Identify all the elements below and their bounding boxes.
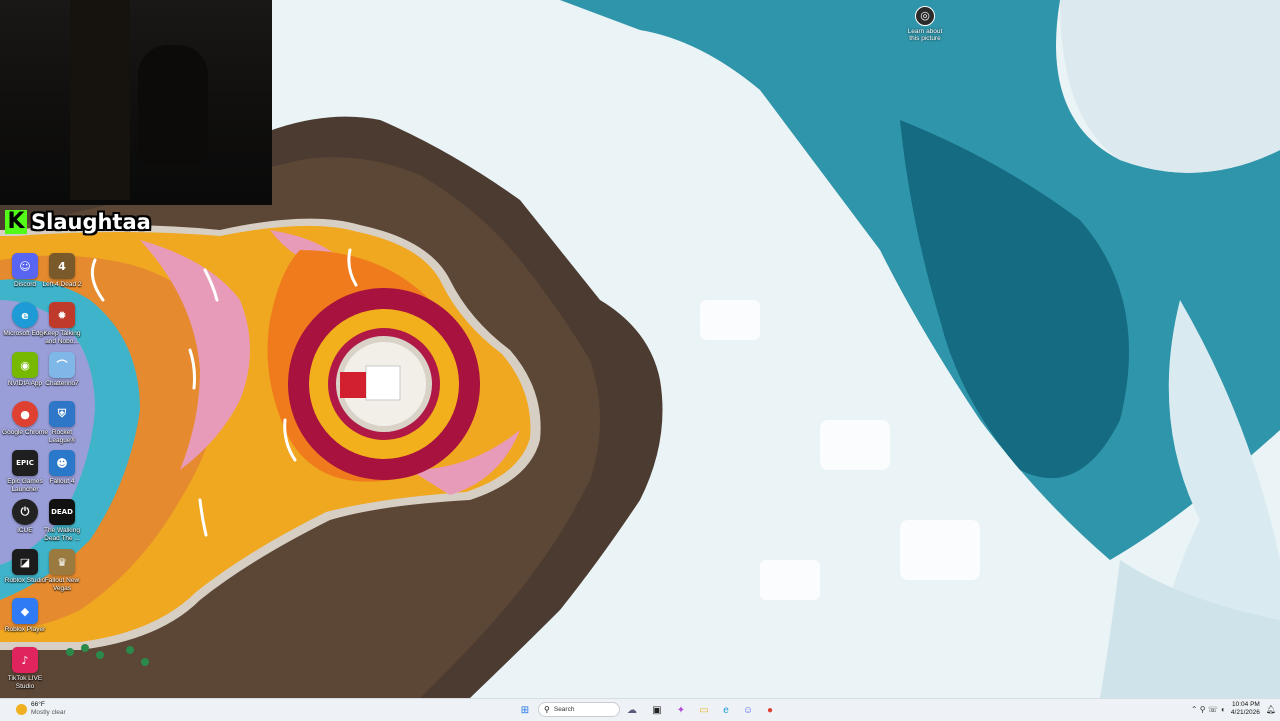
walkingdead-icon: DEAD xyxy=(49,499,75,525)
desktop-icon-fallout4[interactable]: ☻ Fallout 4 xyxy=(39,450,85,486)
weather-condition: Mostly clear xyxy=(31,709,66,716)
system-tray: ⌃ ⚲ ☏ ◖ 10:04 PM 4/21/2026 🔔︎ xyxy=(1191,701,1276,717)
clock-date: 4/21/2026 xyxy=(1230,709,1260,716)
left4dead2-icon: 4 xyxy=(49,253,75,279)
desktop-icon-tiktoklive[interactable]: ♪ TikTok LIVE Studio xyxy=(2,647,48,690)
webcam-door xyxy=(70,0,130,200)
desktop-icon-chatterino[interactable]: ⌒ Chatterino7 xyxy=(39,352,85,388)
search-placeholder: Search xyxy=(553,706,575,713)
file-explorer-button[interactable]: ▭ xyxy=(696,702,712,718)
desktop-icon-label: Chatterino7 xyxy=(45,380,79,387)
taskbar-search[interactable]: ⚲ Search xyxy=(538,702,620,717)
desktop-icon-keeptalking[interactable]: ✹ Keep Talking and Nobo... xyxy=(39,302,85,345)
desktop-icon-label: The Walking Dead The ... xyxy=(44,527,80,542)
chrome-taskbar-button[interactable]: ● xyxy=(762,702,778,718)
roblox-studio-icon: ◪ xyxy=(12,549,38,575)
notification-bell-icon[interactable]: 🔔︎ xyxy=(1266,705,1276,714)
edge-icon: e xyxy=(12,302,38,328)
desktop-icon-robloxplayer[interactable]: ◆ Roblox Player xyxy=(2,598,48,634)
task-view-button[interactable]: ▣ xyxy=(649,702,665,718)
icue-icon: ⏻ xyxy=(12,499,38,525)
tiktok-live-icon: ♪ xyxy=(12,647,38,673)
rocketleague-icon: ⛨ xyxy=(49,401,75,427)
chrome-icon: ● xyxy=(12,401,38,427)
camera-icon: ◎ xyxy=(915,6,935,26)
fallout-new-vegas-icon: ♛ xyxy=(49,549,75,575)
learn-about-picture-label: Learn about this picture xyxy=(907,28,943,42)
start-button[interactable]: ⊞ xyxy=(517,702,533,718)
edge-taskbar-button[interactable]: e xyxy=(718,702,734,718)
desktop-icon-label: Left 4 Dead 2 xyxy=(42,281,82,288)
weather-temp: 66°F xyxy=(31,701,45,708)
discord-icon: ☺ xyxy=(12,253,38,279)
copilot-button[interactable]: ✦ xyxy=(673,702,689,718)
kick-logo-icon: K xyxy=(5,210,27,234)
desktop-icon-label: Keep Talking and Nobo... xyxy=(43,330,81,345)
fallout4-icon: ☻ xyxy=(49,450,75,476)
desktop-icon-label: Rocket League® xyxy=(48,429,76,444)
desktop-icon-label: Fallout 4 xyxy=(49,478,75,485)
channel-name: Slaughtaa xyxy=(31,210,151,234)
epic-games-icon: EPIC xyxy=(12,450,38,476)
weather-widget[interactable]: 66°F Mostly clear xyxy=(16,701,66,717)
desktop-icon-label: Roblox Player xyxy=(4,626,46,633)
desktop-icon-walkingdead[interactable]: DEAD The Walking Dead The ... xyxy=(39,499,85,542)
widgets-button[interactable]: ☁ xyxy=(624,702,640,718)
desktop-icon-falloutnv[interactable]: ♛ Fallout New Vegas xyxy=(39,549,85,592)
desktop-icon-label: Fallout New Vegas xyxy=(44,577,80,592)
nvidia-icon: ◉ xyxy=(12,352,38,378)
learn-about-picture[interactable]: ◎ Learn about this picture xyxy=(903,6,947,42)
webcam-overlay xyxy=(0,0,272,205)
desktop-icon-rocketleague[interactable]: ⛨ Rocket League® xyxy=(39,401,85,444)
desktop-icon-label: TikTok LIVE Studio xyxy=(7,675,43,690)
discord-taskbar-button[interactable]: ☺ xyxy=(740,702,756,718)
roblox-player-icon: ◆ xyxy=(12,598,38,624)
clock[interactable]: 10:04 PM 4/21/2026 xyxy=(1231,701,1260,717)
webcam-hanging-clothes xyxy=(138,45,208,165)
desktop-icon-left4dead2[interactable]: 4 Left 4 Dead 2 xyxy=(39,253,85,289)
chatterino-icon: ⌒ xyxy=(49,352,75,378)
moon-weather-icon xyxy=(16,703,27,715)
taskbar: 66°F Mostly clear ⊞ ⚲ Search ☁ ▣ ✦ ▭ e ☺… xyxy=(0,698,1280,721)
streamer-badge: K Slaughtaa xyxy=(5,210,151,234)
keeptalking-icon: ✹ xyxy=(49,302,75,328)
clock-time: 10:04 PM xyxy=(1232,701,1260,708)
tray-icons[interactable]: ⌃ ⚲ ☏ ◖ xyxy=(1191,705,1225,714)
search-icon: ⚲ xyxy=(544,705,550,714)
